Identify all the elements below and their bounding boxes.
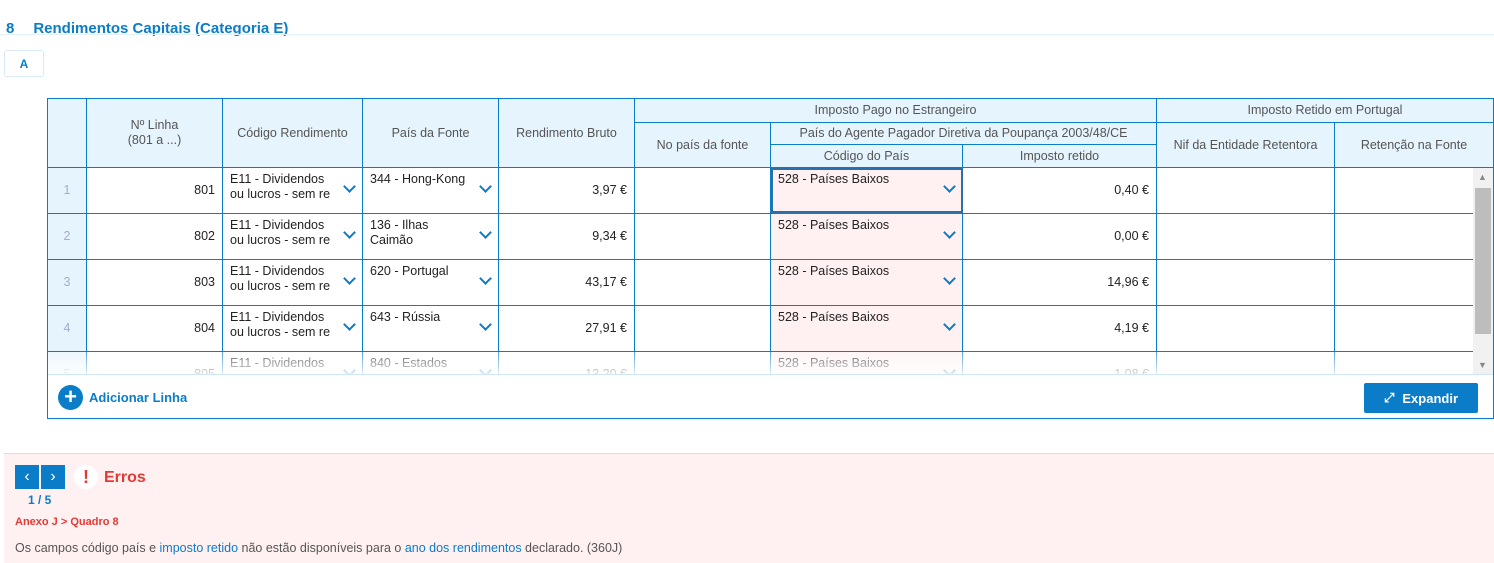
scrollbar-thumb[interactable] (1475, 188, 1491, 334)
cell-no-pais[interactable] (635, 260, 771, 305)
cell-retencao[interactable] (1335, 214, 1473, 259)
header-retencao: Retenção na Fonte (1335, 123, 1493, 168)
chevron-down-icon[interactable] (479, 226, 492, 239)
alert-icon: ! (74, 465, 98, 489)
cell-codigo[interactable]: E11 - Dividendos ou lucros - sem re (223, 260, 363, 305)
cell-imposto[interactable]: 14,96 € (963, 260, 1157, 305)
cell-idx: 3 (48, 260, 87, 305)
header-pais: País da Fonte (363, 99, 499, 168)
chevron-down-icon[interactable] (479, 272, 492, 285)
chevron-down-icon[interactable] (343, 318, 356, 331)
cell-imposto[interactable]: 0,00 € (963, 214, 1157, 259)
link-imposto-retido[interactable]: imposto retido (160, 541, 239, 555)
cell-codigo-pais[interactable]: 528 - Países Baixos (771, 260, 963, 305)
cell-idx: 2 (48, 214, 87, 259)
divider (48, 374, 1493, 375)
cell-bruto[interactable]: 3,97 € (499, 168, 635, 213)
scrollbar[interactable]: ▲ ▼ (1473, 168, 1493, 374)
next-error-button[interactable]: › (41, 465, 65, 489)
prev-error-button[interactable]: ‹ (15, 465, 39, 489)
cell-bruto[interactable]: 27,91 € (499, 306, 635, 351)
header-linha: Nº Linha (801 a ...) (87, 99, 223, 168)
chevron-down-icon[interactable] (479, 180, 492, 193)
cell-nif[interactable] (1157, 260, 1335, 305)
table-row: 1 801 E11 - Dividendos ou lucros - sem re 3… (48, 168, 1473, 214)
chevron-down-icon[interactable] (343, 226, 356, 239)
cell-imposto[interactable]: 0,40 € (963, 168, 1157, 213)
cell-no-pais[interactable] (635, 306, 771, 351)
link-ano-rendimentos[interactable]: ano dos rendimentos (405, 541, 522, 555)
fade-overlay (48, 352, 1473, 374)
errors-panel: ‹ › ! Erros 1 / 5 Anexo J > Quadro 8 Os c… (4, 453, 1494, 563)
cell-imposto[interactable]: 4,19 € (963, 306, 1157, 351)
plus-icon: + (58, 385, 83, 410)
scroll-up-icon[interactable]: ▲ (1478, 172, 1487, 182)
cell-retencao[interactable] (1335, 306, 1473, 351)
chevron-down-icon[interactable] (943, 180, 956, 193)
cell-no-pais[interactable] (635, 168, 771, 213)
header-nif: Nif da Entidade Retentora (1157, 123, 1335, 168)
cell-nif[interactable] (1157, 168, 1335, 213)
header-codigo: Código Rendimento (223, 99, 363, 168)
income-table: Nº Linha (801 a ...) Código Rendimento Pa… (47, 98, 1494, 419)
header-no-pais: No país da fonte (635, 123, 771, 168)
add-line-button[interactable]: + Adicionar Linha (58, 385, 187, 410)
section-title: 8 Rendimentos Capitais (Categoria E) (6, 20, 289, 37)
cell-codigo-pais[interactable]: 528 - Países Baixos (771, 168, 963, 213)
header-retido-pt: Imposto Retido em Portugal (1157, 99, 1493, 123)
chevron-down-icon[interactable] (943, 226, 956, 239)
chevron-down-icon[interactable] (943, 318, 956, 331)
error-message: Os campos código país e imposto retido n… (15, 541, 623, 555)
header-agente: País do Agente Pagador Diretiva da Poupa… (771, 123, 1157, 145)
scroll-down-icon[interactable]: ▼ (1478, 360, 1487, 370)
cell-linha[interactable]: 803 (87, 260, 223, 305)
cell-codigo[interactable]: E11 - Dividendos ou lucros - sem re (223, 168, 363, 213)
cell-pais[interactable]: 620 - Portugal (363, 260, 499, 305)
cell-codigo[interactable]: E11 - Dividendos ou lucros - sem re (223, 306, 363, 351)
errors-title: Erros (104, 469, 146, 486)
table-row: 2 802 E11 - Dividendos ou lucros - sem re 1… (48, 214, 1473, 260)
cell-pais[interactable]: 136 - Ilhas Caimão (363, 214, 499, 259)
cell-bruto[interactable]: 43,17 € (499, 260, 635, 305)
cell-pais[interactable]: 344 - Hong-Kong (363, 168, 499, 213)
table-row: 4 804 E11 - Dividendos ou lucros - sem re 6… (48, 306, 1473, 352)
cell-nif[interactable] (1157, 214, 1335, 259)
expand-button[interactable]: ⤢ Expandir (1364, 383, 1478, 413)
cell-linha[interactable]: 801 (87, 168, 223, 213)
cell-linha[interactable]: 802 (87, 214, 223, 259)
cell-idx: 1 (48, 168, 87, 213)
divider (0, 34, 1494, 35)
header-imposto-retido: Imposto retido (963, 145, 1157, 168)
chevron-down-icon[interactable] (479, 318, 492, 331)
header-bruto: Rendimento Bruto (499, 99, 635, 168)
error-counter: 1 / 5 (28, 493, 52, 507)
expand-icon: ⤢ (1383, 390, 1395, 405)
cell-codigo-pais[interactable]: 528 - Países Baixos (771, 214, 963, 259)
cell-no-pais[interactable] (635, 214, 771, 259)
table-row: 3 803 E11 - Dividendos ou lucros - sem re 6… (48, 260, 1473, 306)
cell-pais[interactable]: 643 - Rússia (363, 306, 499, 351)
cell-idx: 4 (48, 306, 87, 351)
cell-retencao[interactable] (1335, 168, 1473, 213)
cell-retencao[interactable] (1335, 260, 1473, 305)
cell-codigo[interactable]: E11 - Dividendos ou lucros - sem re (223, 214, 363, 259)
error-path[interactable]: Anexo J > Quadro 8 (15, 516, 119, 528)
chevron-down-icon[interactable] (343, 272, 356, 285)
chevron-down-icon[interactable] (343, 180, 356, 193)
header-index (48, 99, 87, 168)
header-pago-estrangeiro: Imposto Pago no Estrangeiro (635, 99, 1157, 123)
cell-nif[interactable] (1157, 306, 1335, 351)
cell-bruto[interactable]: 9,34 € (499, 214, 635, 259)
cell-linha[interactable]: 804 (87, 306, 223, 351)
table-body: 1 801 E11 - Dividendos ou lucros - sem re 3… (48, 168, 1473, 374)
header-codigo-pais: Código do País (771, 145, 963, 168)
chevron-down-icon[interactable] (943, 272, 956, 285)
tab-a[interactable]: A (4, 50, 44, 77)
cell-codigo-pais[interactable]: 528 - Países Baixos (771, 306, 963, 351)
